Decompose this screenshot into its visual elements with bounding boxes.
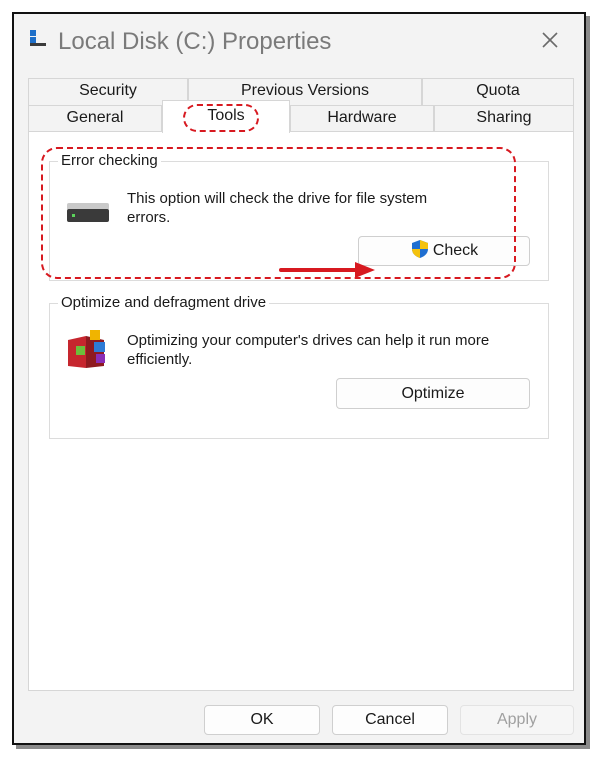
tools-panel: Error checking This option will check th… <box>28 131 574 691</box>
error-checking-label: Error checking <box>58 152 161 169</box>
tab-tools[interactable]: Tools <box>162 100 290 133</box>
defrag-icon <box>68 330 105 368</box>
properties-window: Local Disk (C:) Properties Security Prev… <box>12 12 586 745</box>
tab-sharing[interactable]: Sharing <box>434 105 574 132</box>
close-icon[interactable] <box>536 26 564 54</box>
arrow-annotation <box>279 262 375 278</box>
check-button[interactable]: Check <box>358 236 530 266</box>
optimize-group: Optimize and defragment drive Optimizing… <box>49 294 549 439</box>
hard-drive-icon <box>67 203 109 222</box>
error-checking-description: This option will check the drive for fil… <box>127 190 428 226</box>
cancel-button[interactable]: Cancel <box>332 705 448 735</box>
ok-button[interactable]: OK <box>204 705 320 735</box>
tab-general[interactable]: General <box>28 105 162 132</box>
tab-quota[interactable]: Quota <box>422 78 574 105</box>
optimize-button[interactable]: Optimize <box>336 378 530 409</box>
windows-drive-icon <box>30 30 46 46</box>
optimize-label: Optimize and defragment drive <box>58 294 270 311</box>
uac-shield-icon <box>411 240 428 258</box>
apply-button: Apply <box>460 705 574 735</box>
tab-hardware[interactable]: Hardware <box>290 105 434 132</box>
title-bar: Local Disk (C:) Properties <box>14 14 584 70</box>
window-title: Local Disk (C:) Properties <box>58 28 332 55</box>
optimize-description: Optimizing your computer's drives can he… <box>127 332 490 368</box>
